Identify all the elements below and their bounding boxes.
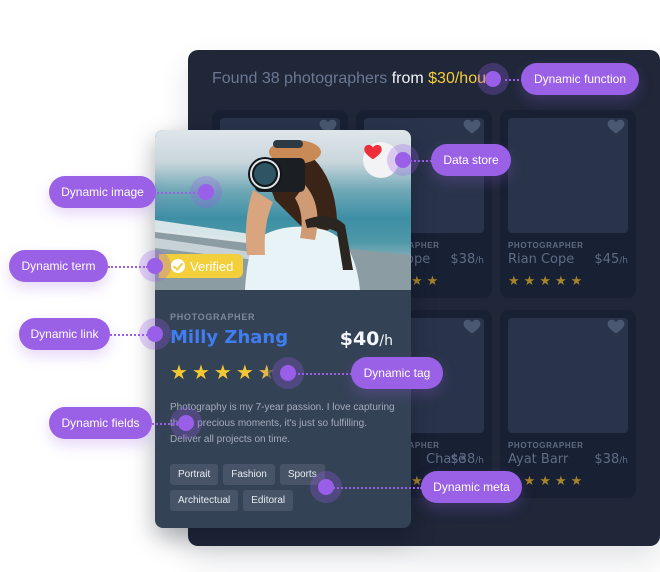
connector-line — [294, 373, 352, 375]
specialty-tag[interactable]: Fashion — [223, 464, 275, 485]
annotation-dynamic-function: Dynamic function — [521, 63, 639, 95]
results-header: Found 38 photographers from $30/hour — [212, 70, 491, 88]
photographer-photo: Verified — [155, 130, 411, 290]
photographer-card[interactable]: PHOTOGRAPHER Ayat Barr $38/h ★★★★★ — [500, 310, 636, 498]
star-icon: ★ — [523, 473, 536, 488]
annotation-dot — [395, 152, 411, 168]
star-icon: ★ — [213, 362, 232, 384]
star-icon: ★ — [539, 473, 551, 488]
specialty-tag[interactable]: Sports — [279, 464, 325, 485]
hourly-rate: $40/h — [339, 328, 393, 350]
connector-line — [410, 160, 432, 162]
star-icon: ★ — [426, 273, 439, 288]
star-icon: ★ — [410, 273, 423, 288]
annotation-dot — [147, 326, 163, 342]
results-from: from — [391, 70, 424, 87]
star-icon: ★ — [508, 273, 520, 288]
annotation-dot — [485, 71, 501, 87]
connector-line — [330, 487, 422, 489]
half-star-icon: ★ — [257, 362, 276, 384]
annotation-dot — [198, 184, 214, 200]
card-role: PHOTOGRAPHER — [508, 241, 584, 250]
results-count: Found 38 photographers — [212, 70, 388, 87]
photographer-bio: Photography is my 7-year passion. I love… — [170, 402, 395, 445]
annotation-dynamic-link: Dynamic link — [19, 318, 110, 350]
photographer-role: PHOTOGRAPHER — [170, 312, 256, 322]
card-role: PHOTOGRAPHER — [508, 441, 584, 450]
star-icon: ★ — [539, 273, 551, 288]
card-name[interactable]: Ayat Barr — [508, 452, 568, 467]
connector-line — [110, 334, 148, 336]
verified-check-icon — [171, 259, 185, 273]
card-rate: $38/h — [450, 452, 484, 467]
favorite-button[interactable] — [363, 142, 399, 178]
photographer-card[interactable]: PHOTOGRAPHER Rian Cope $45/h ★ ★ ★ ★ ★ — [500, 110, 636, 298]
card-name[interactable]: Rian Cope — [508, 252, 574, 267]
card-rate: $45/h — [594, 252, 628, 267]
photographer-name-link[interactable]: Milly Zhang — [170, 327, 288, 348]
annotation-dot — [280, 365, 296, 381]
annotation-dynamic-meta: Dynamic meta — [421, 471, 522, 503]
card-rate: $38/h — [450, 252, 484, 267]
card-rate: $38/h — [594, 452, 628, 467]
heart-icon — [364, 144, 382, 160]
star-icon: ★ — [554, 273, 567, 288]
heart-icon[interactable] — [462, 316, 482, 336]
star-icon: ★ — [170, 362, 188, 384]
specialty-tag[interactable]: Architectual — [170, 490, 239, 511]
annotation-dynamic-term: Dynamic term — [9, 250, 108, 282]
featured-photographer-card[interactable]: Verified PHOTOGRAPHER Milly Zhang $40/h … — [155, 130, 411, 528]
verified-label: Verified — [190, 258, 234, 274]
heart-icon[interactable] — [462, 116, 482, 136]
specialty-tag[interactable]: Portrait — [170, 464, 219, 485]
star-icon: ★ — [570, 273, 583, 288]
connector-line — [108, 266, 148, 268]
star-icon: ★ — [523, 273, 536, 288]
star-icon: ★ — [554, 473, 567, 488]
heart-icon[interactable] — [606, 316, 626, 336]
verified-badge: Verified — [159, 254, 244, 278]
annotation-dynamic-tag: Dynamic tag — [351, 357, 443, 389]
annotation-data-store: Data store — [431, 144, 511, 176]
connector-line — [157, 192, 199, 194]
annotation-dot — [147, 258, 163, 274]
star-icon: ★ — [191, 362, 210, 384]
results-min-price: $30/hour — [428, 70, 492, 87]
star-icon: ★ — [570, 473, 583, 488]
annotation-dot — [318, 479, 334, 495]
annotation-dot — [178, 415, 194, 431]
annotation-dynamic-fields: Dynamic fields — [49, 407, 152, 439]
card-stars: ★★★★★ — [508, 274, 582, 287]
annotation-dynamic-image: Dynamic image — [49, 176, 156, 208]
rating-stars: ★ ★ ★ ★ ★ — [170, 363, 276, 383]
heart-icon[interactable] — [606, 116, 626, 136]
specialty-tag[interactable]: Editoral — [243, 490, 294, 511]
star-icon: ★ — [235, 362, 254, 384]
